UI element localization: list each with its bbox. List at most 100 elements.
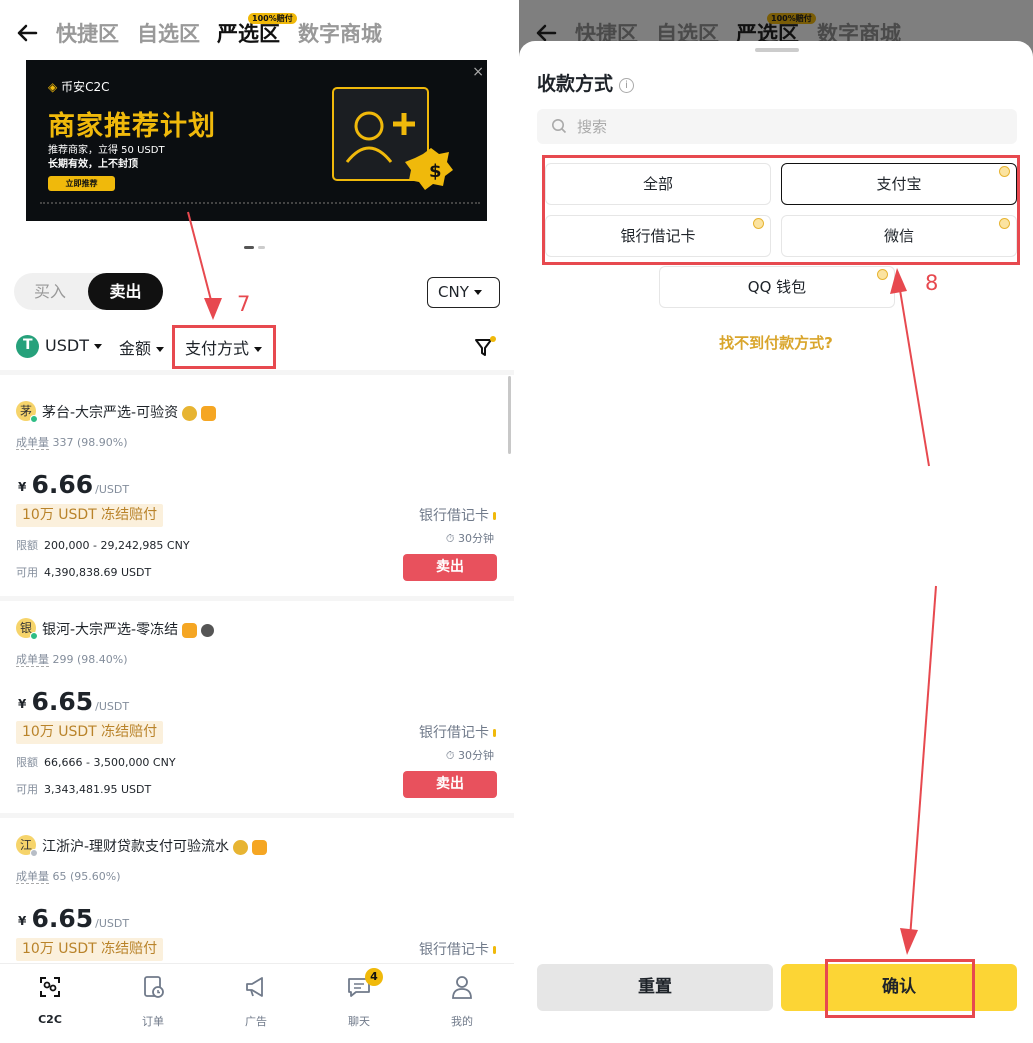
amount-filter-label: 金额 [119, 339, 152, 358]
banner-refer-button[interactable]: 立即推荐 [48, 176, 115, 191]
currency-symbol: ¥ [18, 697, 27, 711]
online-status-dot [30, 632, 38, 640]
option-qq-wallet[interactable]: QQ 钱包 [659, 266, 895, 308]
nav-c2c-label: C2C [38, 1013, 62, 1026]
banner-brand-suffix: C2C [85, 80, 110, 94]
amount-filter[interactable]: 金额 [119, 335, 165, 359]
payment-method-sheet: 收款方式i 全部 支付宝 银行借记卡 微信 QQ 钱包 找不到付款方式? 重置 … [519, 41, 1033, 1043]
payment-method: 银行借记卡 [419, 939, 496, 959]
verified-shield-icon [182, 622, 198, 638]
reset-button[interactable]: 重置 [537, 964, 773, 1011]
bottom-nav: C2C 订单 广告 4 聊天 我的 [0, 963, 514, 1043]
megaphone-icon [246, 977, 263, 997]
sheet-title-text: 收款方式 [537, 73, 614, 95]
trade-stats: 成单量 337 (98.90%) [16, 434, 128, 450]
available-value: 4,390,838.69 USDT [44, 566, 152, 579]
group-user-icon [201, 623, 215, 637]
volume-label: 成单量 [16, 653, 49, 667]
merchant-avatar: 银 [16, 618, 38, 640]
promo-banner[interactable]: ◈ 币安C2C 商家推荐计划 推荐商家，立得 50 USDT 长期有效，上不封顶… [26, 60, 487, 221]
chevron-down-icon [156, 347, 165, 352]
nav-ads-label: 广告 [245, 1015, 267, 1028]
limit-label: 限额 [16, 539, 38, 552]
nav-chat-label: 聊天 [348, 1015, 370, 1028]
available-label: 可用 [16, 783, 38, 796]
freeze-compensation-tag: 10万 USDT 冻结赔付 [16, 721, 164, 744]
volume-value: 337 (98.90%) [52, 436, 128, 449]
banner-fine-print [40, 202, 480, 209]
banner-logo: ◈ 币安C2C [48, 80, 110, 94]
nav-profile[interactable]: 我的 [432, 974, 492, 1029]
banner-subtitle: 推荐商家，立得 50 USDT [48, 145, 165, 156]
coin-filter[interactable]: USDT [16, 335, 102, 358]
merchant-name-text: 江浙沪-理财贷款支付可验流水 [42, 839, 230, 855]
price-value: 6.66 [31, 470, 94, 499]
back-arrow-icon[interactable] [14, 20, 40, 46]
payment-time: ⏱ 30分钟 [445, 749, 494, 762]
merchant-listing: 银 银河-大宗严选-零冻结 成单量 299 (98.40%) ¥ 6.65/US… [0, 592, 514, 812]
merchant-name-text: 银河-大宗严选-零冻结 [42, 622, 179, 638]
merchant-name-text: 茅台-大宗严选-可验资 [42, 405, 179, 421]
merchant-name[interactable]: 江浙沪-理财贷款支付可验流水 [42, 836, 268, 856]
search-input[interactable] [577, 109, 997, 144]
confirm-button-highlight [825, 959, 975, 1018]
currency-select[interactable]: CNY [427, 277, 500, 308]
c2c-icon [40, 977, 60, 997]
nav-chat[interactable]: 4 聊天 [329, 968, 389, 1029]
volume-label: 成单量 [16, 436, 49, 450]
available-row: 可用 4,390,838.69 USDT [16, 564, 151, 580]
search-field[interactable] [537, 109, 1017, 144]
cant-find-payment-link[interactable]: 找不到付款方式? [519, 332, 1033, 353]
profile-icon [452, 976, 472, 999]
freeze-compensation-tag: 10万 USDT 冻结赔付 [16, 938, 164, 961]
right-screen: 快捷区 自选区 严选区 100%赔付 数字商城 收款方式i 全部 支付宝 银行借… [519, 0, 1033, 1043]
currency-value: CNY [438, 283, 469, 301]
payment-time-value: 30分钟 [458, 749, 494, 762]
gold-merchant-icon [182, 405, 198, 421]
banner-brand: 币安 [61, 80, 86, 94]
info-icon[interactable]: i [619, 78, 635, 93]
price: ¥ 6.66/USDT [18, 470, 129, 499]
sell-toggle-button[interactable]: 卖出 [88, 273, 163, 310]
banner-title: 商家推荐计划 [48, 111, 216, 142]
freeze-compensation-tag: 10万 USDT 冻结赔付 [16, 504, 164, 527]
nav-c2c[interactable]: C2C [20, 974, 80, 1026]
merchant-listing: 茅 茅台-大宗严选-可验资 成单量 337 (98.90%) ¥ 6.66/US… [0, 375, 514, 595]
order-icon [144, 976, 164, 998]
trade-stats: 成单量 299 (98.40%) [16, 651, 128, 667]
carousel-dots [244, 234, 269, 253]
tab-favorites[interactable]: 自选区 [137, 18, 200, 48]
payment-options-highlight [542, 155, 1020, 265]
trade-toggle: 买入 卖出 [14, 273, 163, 310]
available-label: 可用 [16, 566, 38, 579]
tab-digital-mall[interactable]: 数字商城 [298, 18, 382, 48]
price-value: 6.65 [31, 687, 94, 716]
merchant-name[interactable]: 茅台-大宗严选-可验资 [42, 402, 217, 422]
nav-orders[interactable]: 订单 [123, 974, 183, 1029]
buy-toggle-button[interactable]: 买入 [14, 273, 86, 310]
price-unit: /USDT [95, 917, 130, 930]
merchant-name[interactable]: 银河-大宗严选-零冻结 [42, 619, 215, 639]
banner-close-icon[interactable]: × [472, 64, 484, 80]
nav-orders-label: 订单 [142, 1015, 164, 1028]
online-status-dot [30, 415, 38, 423]
nav-ads[interactable]: 广告 [226, 974, 286, 1029]
search-icon [552, 119, 567, 134]
usdt-icon [16, 335, 39, 358]
merchant-add-illustration-icon: $ [332, 87, 453, 190]
limit-row: 限额 200,000 - 29,242,985 CNY [16, 537, 190, 553]
limit-value: 200,000 - 29,242,985 CNY [44, 539, 190, 552]
tab-quick[interactable]: 快捷区 [56, 18, 119, 48]
sheet-drag-handle[interactable] [755, 48, 799, 52]
step-8-label: 8 [925, 271, 939, 295]
verified-shield-icon [252, 839, 268, 855]
currency-symbol: ¥ [18, 914, 27, 928]
banner-tagline: 长期有效，上不封顶 [48, 159, 138, 170]
merchant-avatar: 茅 [16, 401, 38, 423]
chevron-down-icon [473, 290, 482, 295]
sell-button[interactable]: 卖出 [403, 554, 497, 581]
sell-button[interactable]: 卖出 [403, 771, 497, 798]
filter-funnel-icon[interactable] [474, 336, 496, 358]
chevron-down-icon [93, 344, 102, 349]
offline-status-dot [30, 849, 38, 857]
